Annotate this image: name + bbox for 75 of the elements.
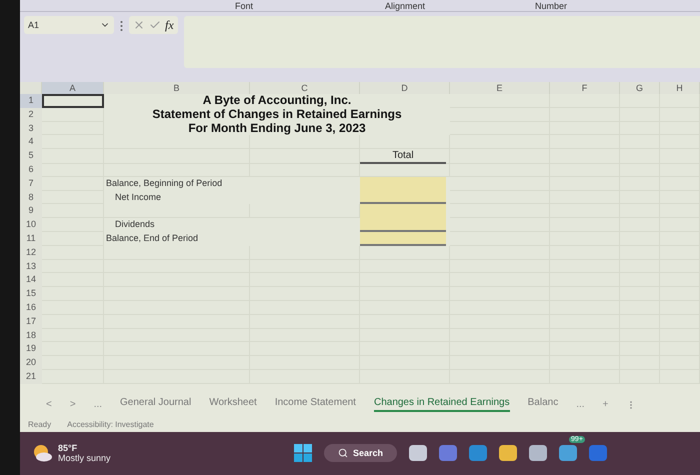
row-number: 13 — [20, 260, 42, 274]
row-number: 12 — [20, 246, 42, 260]
column-header[interactable]: G — [620, 82, 660, 94]
line-label: Dividends — [114, 218, 156, 232]
row-number: 8 — [20, 190, 42, 204]
sheet-nav-button[interactable]: ... — [94, 399, 102, 410]
line-label: Balance, Beginning of Period — [105, 176, 224, 190]
accessibility-status[interactable]: Accessibility: Investigate — [67, 420, 154, 430]
row-number: 16 — [20, 300, 42, 315]
row-number: 11 — [20, 232, 42, 246]
more-icon — [120, 19, 123, 31]
weather-text: Mostly sunny — [58, 453, 111, 464]
report-title: A Byte of Accounting, Inc. — [202, 94, 352, 108]
column-header[interactable]: H — [660, 82, 700, 94]
row-number: 15 — [20, 287, 42, 301]
more-sheets-button[interactable]: ... — [576, 399, 585, 410]
input-cell[interactable] — [360, 218, 446, 232]
input-cell[interactable] — [360, 204, 446, 218]
report-title: Statement of Changes in Retained Earnings — [151, 108, 403, 122]
sheet-tab[interactable]: General Journal — [120, 397, 192, 412]
column-header[interactable]: D — [360, 82, 450, 94]
sheet-tab[interactable]: Balanc — [528, 397, 558, 412]
row-number: 21 — [20, 370, 42, 384]
row-number: 5 — [20, 149, 42, 164]
grid-cell[interactable] — [250, 149, 360, 164]
sheet-nav-button[interactable]: < — [46, 399, 52, 410]
sheet-nav-button[interactable]: > — [70, 399, 76, 410]
line-label: Balance, End of Period — [105, 232, 200, 245]
column-header[interactable]: E — [450, 82, 550, 94]
input-cell[interactable] — [360, 190, 446, 204]
grid-cell[interactable] — [250, 162, 360, 177]
check-icon[interactable] — [149, 19, 161, 31]
row-number: 17 — [20, 314, 42, 329]
row-number: 14 — [20, 273, 42, 288]
name-box[interactable]: A1 — [24, 16, 114, 34]
sheet-tab[interactable]: Worksheet — [209, 397, 257, 412]
insert-function-button[interactable]: fx — [165, 18, 174, 32]
status-mode: Ready — [28, 420, 52, 430]
row-number: 18 — [20, 328, 42, 342]
sheet-tab[interactable]: Income Statement — [274, 397, 356, 412]
column-header[interactable]: B — [104, 82, 250, 94]
input-cell[interactable] — [360, 232, 446, 246]
sheet-tab[interactable]: Changes in Retained Earnings — [374, 397, 510, 412]
row-number: 3 — [20, 122, 42, 136]
column-header[interactable]: C — [250, 82, 360, 94]
grid-cell[interactable] — [250, 246, 360, 260]
grid-cell[interactable] — [42, 108, 104, 122]
temperature: 85°F — [58, 443, 78, 454]
row-number: 1 — [20, 94, 42, 108]
ribbon-group-label: Font — [235, 1, 254, 11]
row-number: 19 — [20, 342, 42, 356]
row-number: 10 — [20, 218, 42, 232]
row-number: 2 — [20, 108, 42, 122]
cancel-icon[interactable] — [133, 19, 145, 31]
add-sheet-button[interactable]: + — [602, 399, 608, 410]
row-number: 7 — [20, 176, 42, 191]
taskbar-search[interactable]: Search — [324, 444, 398, 462]
ribbon-group-label: Alignment — [385, 1, 426, 11]
column-header[interactable]: A — [42, 82, 104, 94]
select-all-corner[interactable] — [20, 82, 42, 94]
windows-logo-icon[interactable] — [294, 444, 312, 462]
column-heading: Total — [360, 149, 446, 164]
row-number: 20 — [20, 356, 42, 370]
ribbon-group-label: Number — [535, 1, 568, 11]
input-cell[interactable] — [360, 176, 446, 191]
grid-cell[interactable] — [360, 246, 450, 260]
selected-cell[interactable] — [42, 94, 104, 108]
line-label: Net Income — [114, 190, 162, 204]
row-number: 9 — [20, 204, 42, 218]
search-icon — [338, 448, 348, 458]
row-number: 4 — [20, 135, 42, 150]
report-title: For Month Ending June 3, 2023 — [187, 122, 367, 136]
row-number: 6 — [20, 162, 42, 177]
sun-cloud-icon — [32, 444, 52, 462]
column-header[interactable]: F — [550, 82, 620, 94]
